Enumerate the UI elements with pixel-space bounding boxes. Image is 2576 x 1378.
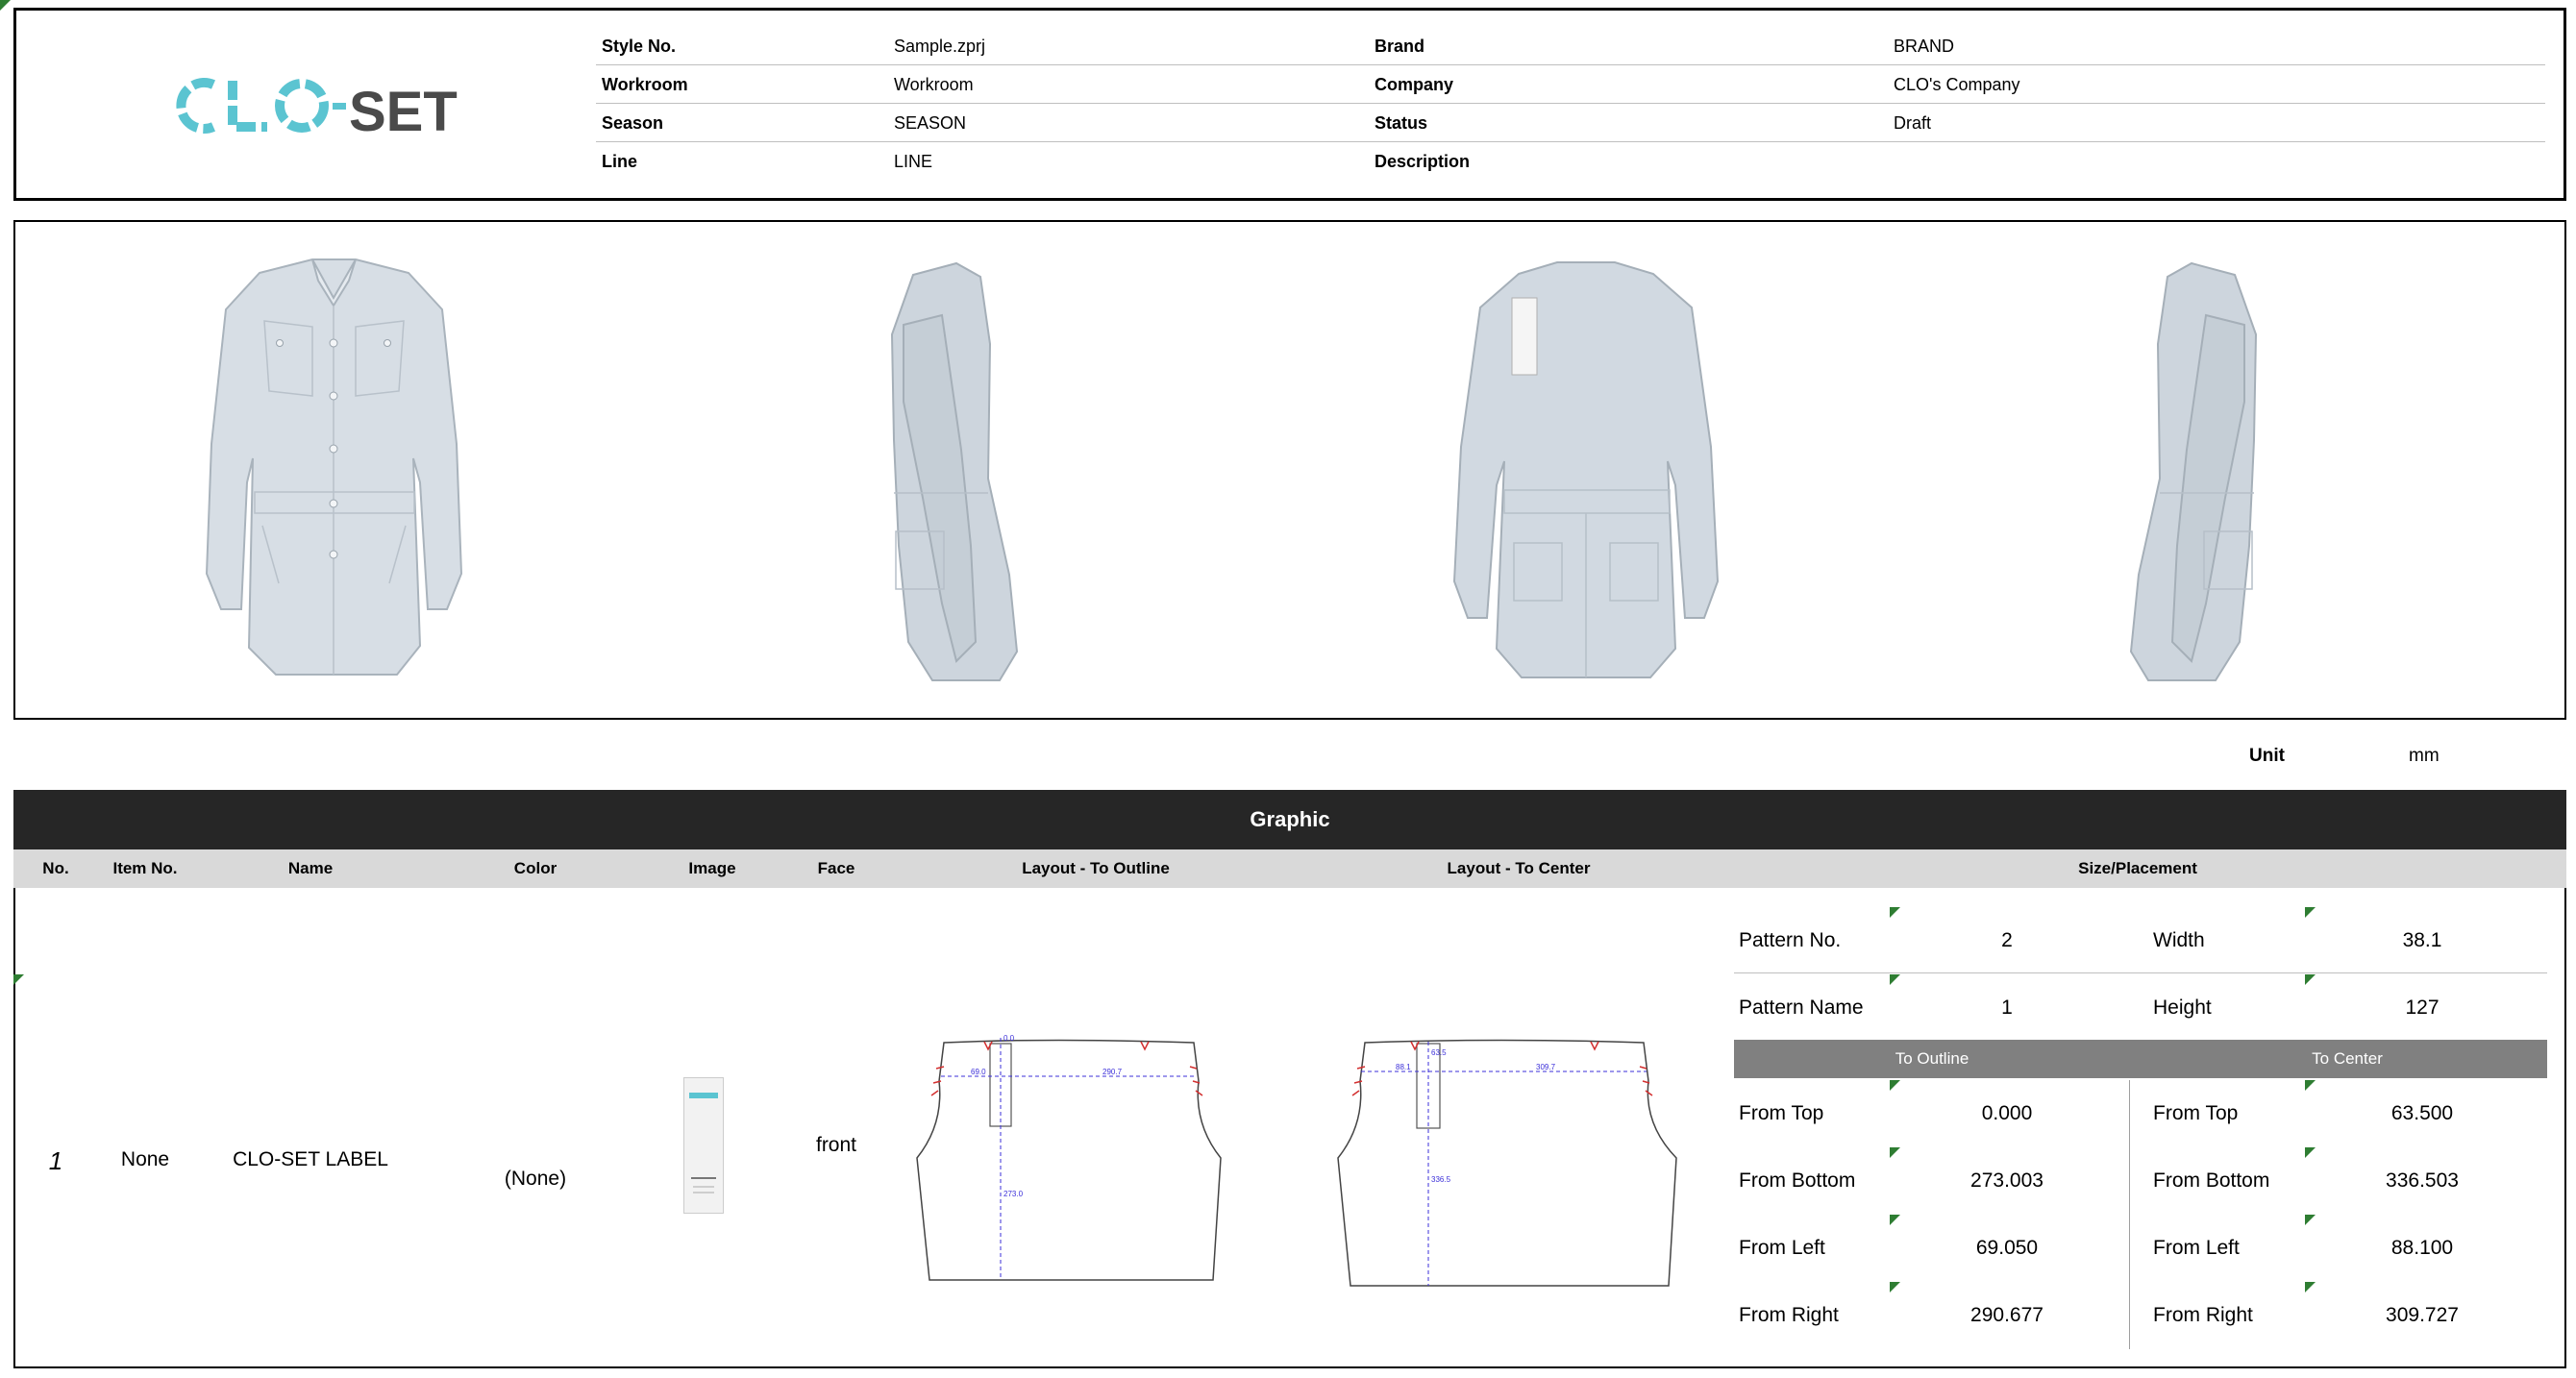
comment-marker [1890, 907, 1900, 918]
placement-subheader: To Outline To Center [1734, 1040, 2547, 1078]
comment-marker [1890, 974, 1900, 985]
height-label: Height [2153, 997, 2212, 1019]
row-no: 1 [48, 1146, 63, 1175]
header-row-workroom: Workroom Workroom Company CLO's Company [596, 65, 2545, 104]
clo-set-logo: SET [176, 78, 458, 143]
col-layout-to-outline: Layout - To Outline [1022, 859, 1170, 877]
pattern-no-value: 2 [2001, 929, 2013, 951]
center-dim-top: 63.5 [1431, 1048, 1447, 1057]
center-from-bottom-label: From Bottom [2153, 1169, 2270, 1192]
layout-to-center-diagram: 63.5 88.1 309.7 336.5 [1337, 1039, 1677, 1287]
outline-from-left-value: 69.050 [1975, 1237, 2039, 1259]
divider [1734, 972, 2547, 973]
outline-from-bottom-value: 273.003 [1970, 1169, 2043, 1192]
pattern-name-label: Pattern Name [1739, 997, 1864, 1019]
center-dim-right: 309.7 [1536, 1063, 1556, 1071]
to-center-header: To Center [2312, 1049, 2383, 1068]
garment-side-view-right [890, 261, 1019, 681]
comment-marker [2305, 1147, 2316, 1158]
status-value: Draft [1894, 113, 1932, 133]
status-label: Status [1375, 113, 1428, 133]
company-label: Company [1375, 75, 1454, 94]
garment-front-view [205, 258, 463, 676]
center-from-right-label: From Right [2153, 1304, 2253, 1326]
to-outline-header: To Outline [1895, 1049, 1969, 1068]
col-layout-to-center: Layout - To Center [1447, 859, 1591, 877]
outline-dim-left: 69.0 [971, 1068, 986, 1076]
comment-marker [1890, 1215, 1900, 1225]
header-row-season: Season SEASON Status Draft [596, 104, 2545, 142]
col-face: Face [817, 859, 855, 877]
width-label: Width [2153, 929, 2205, 951]
row-name: CLO-SET LABEL [233, 1148, 388, 1170]
graphic-section-title: Graphic [13, 790, 2566, 849]
style-no-label: Style No. [602, 37, 677, 56]
svg-text:SET: SET [349, 81, 458, 143]
col-size-placement: Size/Placement [2078, 859, 2197, 877]
divider [2129, 1080, 2130, 1349]
pattern-name-value: 1 [2001, 997, 2013, 1019]
row-color: (None) [504, 1168, 567, 1190]
col-color: Color [513, 859, 557, 877]
height-value: 127 [2405, 997, 2440, 1019]
style-no-value: Sample.zprj [894, 37, 986, 56]
center-from-top-value: 63.500 [2390, 1102, 2454, 1124]
comment-marker [2305, 907, 2316, 918]
garment-back-view [1452, 261, 1720, 678]
outline-from-right-value: 290.677 [1970, 1304, 2043, 1326]
outline-from-right-label: From Right [1739, 1304, 1839, 1326]
center-from-top-label: From Top [2153, 1102, 2239, 1124]
season-label: Season [602, 113, 664, 133]
center-dim-bottom: 336.5 [1431, 1175, 1451, 1184]
row-face: front [815, 1134, 857, 1156]
brand-label: Brand [1375, 37, 1425, 56]
unit-label: Unit [2249, 746, 2285, 766]
row-item-no: None [120, 1148, 170, 1170]
line-value: LINE [894, 152, 933, 171]
center-from-right-value: 309.727 [2386, 1304, 2459, 1326]
label-thumbnail-image [683, 1077, 724, 1214]
comment-marker [0, 0, 11, 11]
workroom-value: Workroom [894, 75, 974, 94]
comment-marker [1890, 1147, 1900, 1158]
header-row-line: Line LINE Description [596, 142, 2545, 181]
graphic-table-row [13, 888, 2566, 1368]
workroom-label: Workroom [602, 75, 688, 94]
outline-from-bottom-label: From Bottom [1739, 1169, 1856, 1192]
company-value: CLO's Company [1894, 75, 2020, 94]
col-item-no: Item No. [112, 859, 178, 877]
comment-marker [2305, 1080, 2316, 1091]
line-label: Line [602, 152, 638, 171]
outline-dim-top: 0.0 [1003, 1034, 1015, 1043]
width-value: 38.1 [2402, 929, 2442, 951]
outline-dim-bottom: 273.0 [1003, 1190, 1024, 1198]
col-no: No. [42, 859, 69, 877]
center-from-bottom-value: 336.503 [2386, 1169, 2459, 1192]
comment-marker [1890, 1080, 1900, 1091]
comment-marker [2305, 974, 2316, 985]
center-dim-left: 88.1 [1396, 1063, 1411, 1071]
pattern-no-label: Pattern No. [1739, 929, 1842, 951]
comment-marker [1890, 1282, 1900, 1292]
season-value: SEASON [894, 113, 967, 133]
center-from-left-value: 88.100 [2390, 1237, 2454, 1259]
outline-from-top-label: From Top [1739, 1102, 1824, 1124]
center-from-left-label: From Left [2153, 1237, 2240, 1259]
brand-value: BRAND [1894, 37, 1955, 56]
col-image: Image [688, 859, 736, 877]
comment-marker [2305, 1215, 2316, 1225]
outline-from-top-value: 0.000 [1981, 1102, 2033, 1124]
unit-value: mm [2409, 746, 2440, 766]
comment-marker [13, 974, 24, 985]
col-name: Name [287, 859, 334, 877]
comment-marker [2305, 1282, 2316, 1292]
graphic-column-headers: No. Item No. Name Color Image Face Layou… [13, 849, 2566, 888]
description-label: Description [1375, 152, 1471, 171]
garment-side-view-left [2129, 261, 2258, 681]
outline-from-left-label: From Left [1739, 1237, 1825, 1259]
header-row-style: Style No. Sample.zprj Brand BRAND [596, 27, 2545, 65]
layout-to-outline-diagram: 0.0 69.0 290.7 273.0 [916, 1034, 1222, 1281]
outline-dim-right: 290.7 [1102, 1068, 1123, 1076]
